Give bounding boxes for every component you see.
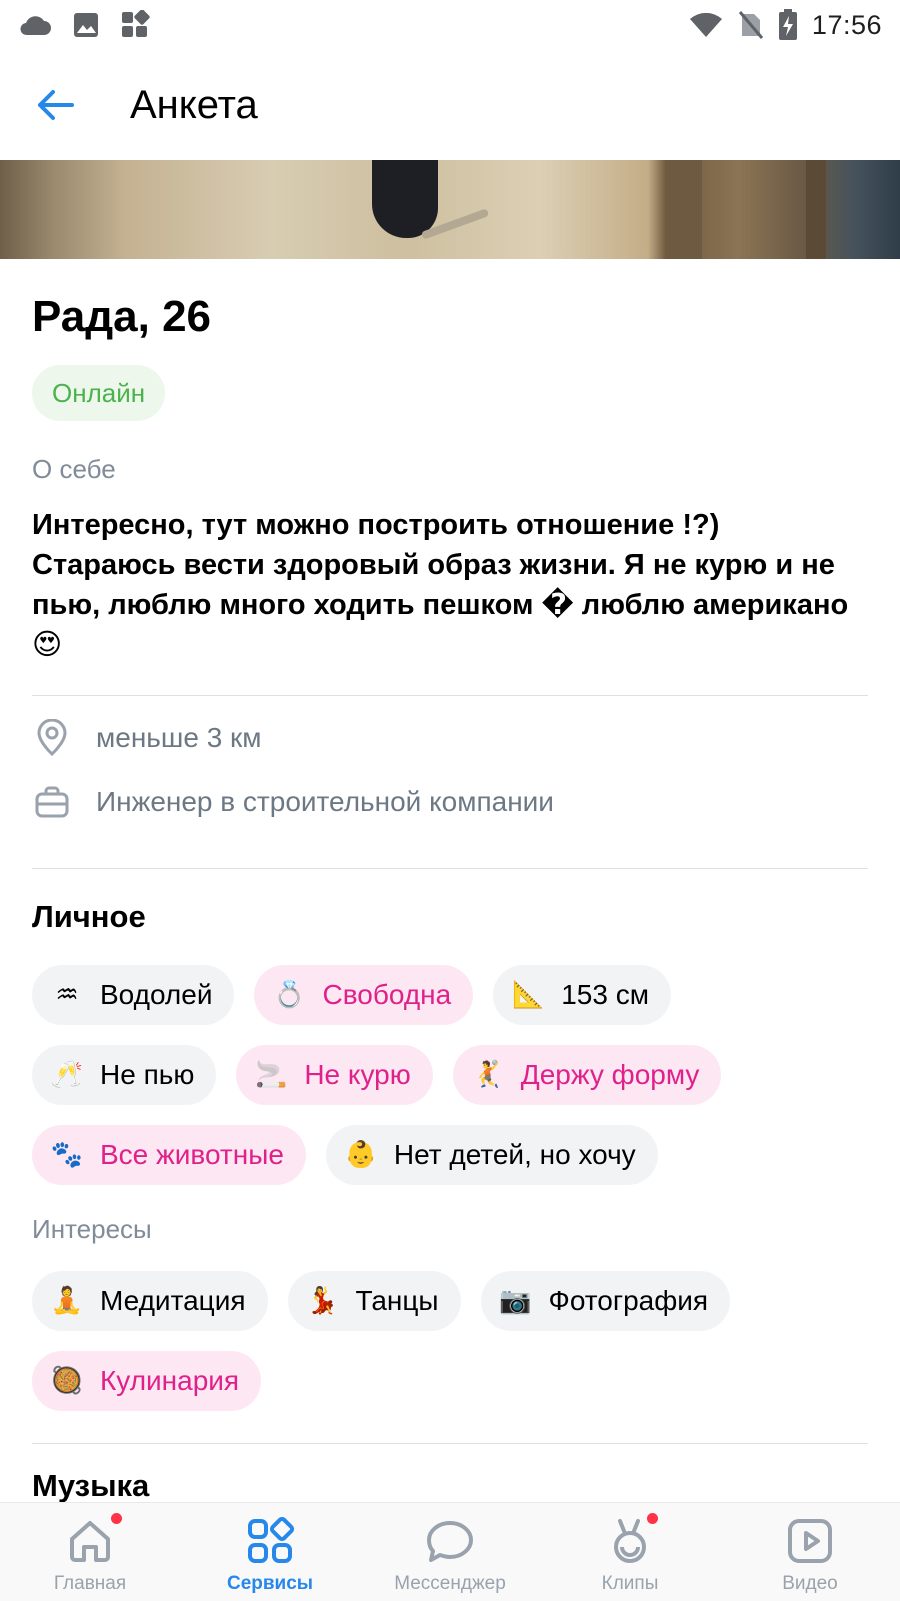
profile-name: Рада, 26 — [32, 292, 212, 341]
aquarius-icon: ♒ — [55, 980, 79, 1010]
status-bar: 17:56 — [0, 0, 900, 50]
chip-children[interactable]: 👶 Нет детей, но хочу — [325, 1125, 658, 1185]
job-text: Инженер в строительной компании — [96, 786, 554, 817]
chip-label: 153 см — [561, 979, 649, 1010]
tab-label: Сервисы — [226, 1573, 314, 1594]
interests-label: Интересы — [32, 1214, 152, 1244]
chip-zodiac[interactable]: ♒ Водолей — [32, 965, 235, 1025]
chip-label: Держу форму — [520, 1059, 700, 1090]
chip-label: Свободна — [322, 979, 452, 1010]
chip-label: Не курю — [304, 1059, 411, 1090]
ring-icon: 💍 — [273, 980, 306, 1010]
personal-chips: ♒ Водолей 💍 Свободна 📐 153 см 🥂 Не пью 🚬 Не к… — [32, 965, 868, 1185]
video-icon — [784, 1515, 836, 1567]
dancer-icon: 💃 — [306, 1286, 339, 1316]
meditation-icon: 🧘 — [50, 1286, 84, 1316]
arrow-left-icon — [38, 90, 74, 120]
tab-clips[interactable]: Клипы — [540, 1503, 720, 1601]
page-title: Анкета — [130, 82, 258, 127]
pan-icon: 🥘 — [50, 1366, 84, 1396]
interest-chips: 🧘 Медитация 💃 Танцы 📷 Фотография 🥘 Кулинария — [32, 1271, 868, 1411]
chip-fitness[interactable]: 🤾 Держу форму — [452, 1045, 722, 1105]
photo-detail — [806, 160, 826, 259]
chip-alcohol[interactable]: 🥂 Не пью — [32, 1045, 217, 1105]
cigarette-icon: 🚬 — [255, 1060, 288, 1090]
chip-label: Танцы — [355, 1285, 439, 1316]
personal-title: Личное — [32, 899, 146, 934]
camera-icon: 📷 — [499, 1286, 532, 1316]
chip-label: Медитация — [100, 1285, 246, 1316]
location-pin-icon — [32, 718, 72, 758]
battery-charging-icon — [778, 9, 798, 41]
chip-cooking[interactable]: 🥘 Кулинария — [32, 1351, 262, 1411]
about-label: О себе — [32, 454, 116, 484]
divider — [32, 1443, 868, 1444]
tab-services[interactable]: Сервисы — [180, 1503, 360, 1601]
app-header: Анкета — [0, 50, 900, 160]
chip-meditation[interactable]: 🧘 Медитация — [32, 1271, 268, 1331]
apps-icon — [120, 10, 150, 40]
paw-icon: 🐾 — [50, 1140, 84, 1170]
tab-label: Мессенджер — [394, 1573, 506, 1594]
tab-home[interactable]: Главная — [0, 1503, 180, 1601]
chip-label: Не пью — [100, 1059, 195, 1090]
chip-label: Фотография — [548, 1285, 709, 1316]
notification-dot — [647, 1513, 658, 1524]
chip-dance[interactable]: 💃 Танцы — [287, 1271, 461, 1331]
tab-label: Видео — [782, 1573, 838, 1594]
photo-figure — [372, 160, 438, 238]
tab-label: Клипы — [601, 1573, 659, 1594]
distance-row: меньше 3 км — [32, 706, 868, 770]
chip-photography[interactable]: 📷 Фотография — [480, 1271, 731, 1331]
chip-label: Все животные — [100, 1139, 284, 1170]
home-icon — [64, 1513, 122, 1567]
distance-text: меньше 3 км — [96, 722, 262, 753]
tab-label: Главная — [53, 1573, 127, 1594]
no-sim-icon — [738, 10, 764, 40]
glasses-icon: 🥂 — [50, 1060, 84, 1090]
sport-icon: 🤾 — [471, 1060, 504, 1090]
chip-relationship[interactable]: 💍 Свободна — [254, 965, 474, 1025]
messenger-icon — [424, 1515, 476, 1567]
baby-icon: 👶 — [344, 1140, 378, 1170]
status-right: 17:56 — [688, 9, 882, 41]
ruler-icon: 📐 — [512, 980, 545, 1010]
back-button[interactable] — [26, 75, 86, 135]
tab-messenger[interactable]: Мессенджер — [360, 1503, 540, 1601]
notification-dot — [111, 1513, 122, 1524]
divider — [32, 695, 868, 696]
status-time: 17:56 — [811, 9, 882, 40]
tab-video[interactable]: Видео — [720, 1503, 900, 1601]
wifi-icon — [688, 11, 724, 39]
chip-label: Нет детей, но хочу — [393, 1139, 636, 1170]
chip-height[interactable]: 📐 153 см — [493, 965, 671, 1025]
divider — [32, 868, 868, 869]
about-text: Интересно, тут можно построить отношение… — [32, 509, 849, 661]
profile-content: Рада, 26 Онлайн О себе Интересно, тут мо… — [32, 259, 868, 1506]
profile-photo[interactable] — [0, 160, 900, 259]
music-title: Музыка — [32, 1468, 150, 1503]
bottom-tab-bar: Главная Сервисы Мессенджер Клипы Видео — [0, 1502, 900, 1601]
chip-pets[interactable]: 🐾 Все животные — [32, 1125, 306, 1185]
chip-smoking[interactable]: 🚬 Не курю — [236, 1045, 433, 1105]
chip-label: Кулинария — [100, 1365, 240, 1396]
image-icon — [72, 11, 100, 39]
services-icon — [244, 1515, 296, 1567]
online-badge: Онлайн — [32, 365, 166, 421]
job-row: Инженер в строительной компании — [32, 770, 868, 834]
status-left — [18, 10, 150, 40]
cloud-icon — [18, 13, 52, 37]
chip-label: Водолей — [100, 979, 213, 1010]
photo-detail — [668, 160, 702, 259]
clips-icon — [604, 1513, 658, 1567]
briefcase-icon — [32, 782, 72, 822]
